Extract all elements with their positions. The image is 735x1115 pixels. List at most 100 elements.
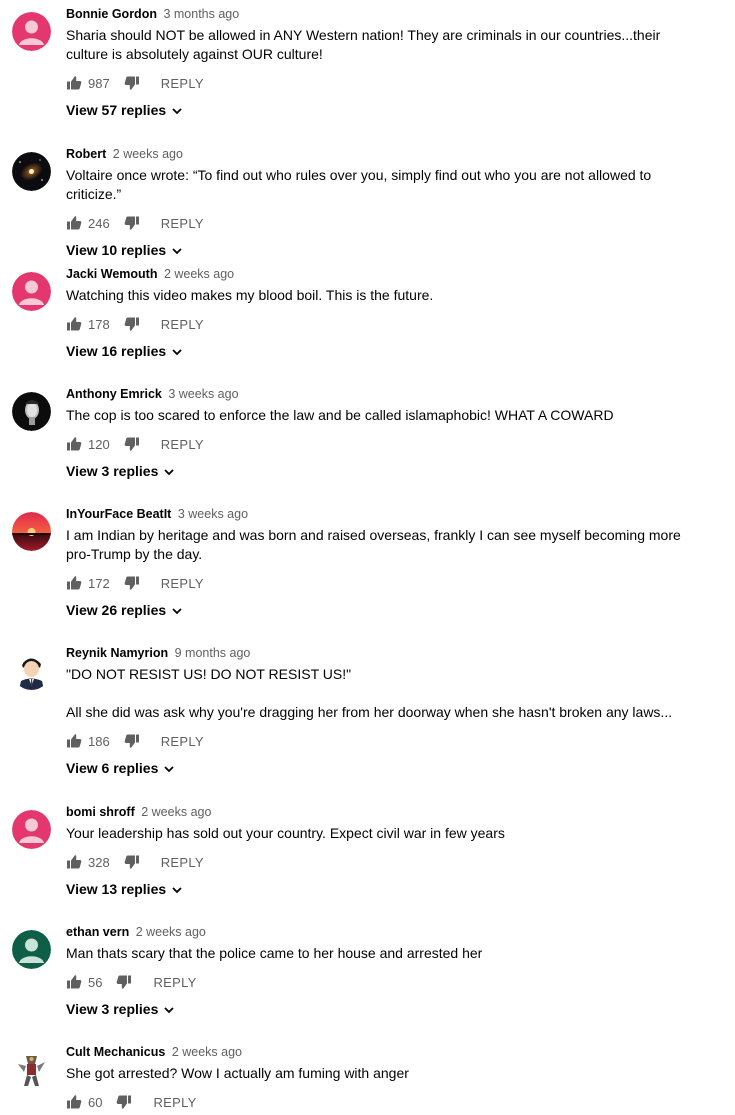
comment-body: Bonnie Gordon 3 months ago Sharia should… [66, 6, 686, 120]
chevron-down-icon [171, 345, 183, 357]
avatar[interactable] [12, 651, 51, 690]
comment-body: Anthony Emrick 3 weeks ago The cop is to… [66, 386, 686, 481]
like-count: 56 [88, 974, 103, 990]
thumbs-down-icon[interactable] [116, 1094, 132, 1110]
reply-button[interactable]: REPLY [161, 855, 204, 870]
comment-actions: 328 REPLY [66, 851, 686, 873]
avatar[interactable] [12, 512, 51, 551]
thumbs-up-icon[interactable] [66, 733, 82, 749]
avatar[interactable] [12, 1050, 51, 1089]
comment-timestamp[interactable]: 2 weeks ago [164, 267, 234, 281]
comment-timestamp[interactable]: 2 weeks ago [136, 925, 206, 939]
reply-button[interactable]: REPLY [161, 437, 204, 452]
thumbs-down-icon[interactable] [124, 75, 140, 91]
chevron-down-icon [163, 465, 175, 477]
chevron-down-icon [171, 604, 183, 616]
thumbs-down-icon[interactable] [124, 733, 140, 749]
thumbs-up-icon[interactable] [66, 316, 82, 332]
comment-author[interactable]: Cult Mechanicus [66, 1045, 165, 1059]
thumbs-down-icon[interactable] [116, 974, 132, 990]
view-replies-button[interactable]: View 57 replies [66, 100, 686, 120]
comment-timestamp[interactable]: 2 weeks ago [172, 1045, 242, 1059]
comment-author[interactable]: Anthony Emrick [66, 387, 162, 401]
comment-timestamp[interactable]: 9 months ago [175, 646, 251, 660]
reply-button[interactable]: REPLY [153, 1095, 196, 1110]
view-replies-label: View 26 replies [66, 602, 167, 618]
comment-body: ethan vern 2 weeks ago Man thats scary t… [66, 924, 686, 1019]
reply-button[interactable]: REPLY [161, 734, 204, 749]
comment-author[interactable]: Bonnie Gordon [66, 7, 157, 21]
view-replies-label: View 57 replies [66, 102, 167, 118]
view-replies-label: View 6 replies [66, 760, 159, 776]
thumbs-down-icon[interactable] [124, 436, 140, 452]
reply-button[interactable]: REPLY [161, 216, 204, 231]
view-replies-label: View 3 replies [66, 463, 159, 479]
avatar[interactable] [12, 930, 51, 969]
comment-author[interactable]: ethan vern [66, 925, 129, 939]
comment-actions: 178 REPLY [66, 313, 686, 335]
avatar[interactable] [12, 272, 51, 311]
thumbs-up-icon[interactable] [66, 1094, 82, 1110]
comment-author[interactable]: InYourFace BeatIt [66, 507, 171, 521]
avatar[interactable] [12, 152, 51, 191]
comment-timestamp[interactable]: 2 weeks ago [141, 805, 211, 819]
comment-body: bomi shroff 2 weeks ago Your leadership … [66, 804, 686, 899]
comment-text-paragraph: The cop is too scared to enforce the law… [66, 407, 614, 423]
comment-author[interactable]: Jacki Wemouth [66, 267, 157, 281]
thumbs-up-icon[interactable] [66, 215, 82, 231]
chevron-down-icon [171, 104, 183, 116]
like-count: 987 [88, 75, 110, 91]
reply-button[interactable]: REPLY [153, 975, 196, 990]
comment-text-paragraph: Watching this video makes my blood boil.… [66, 287, 434, 303]
like-count: 120 [88, 436, 110, 452]
comment-text: She got arrested? Wow I actually am fumi… [66, 1064, 686, 1083]
comment-timestamp[interactable]: 2 weeks ago [113, 147, 183, 161]
comment-author[interactable]: Robert [66, 147, 106, 161]
reply-button[interactable]: REPLY [161, 576, 204, 591]
avatar[interactable] [12, 12, 51, 51]
thumbs-up-icon[interactable] [66, 75, 82, 91]
chevron-down-icon [171, 883, 183, 895]
view-replies-button[interactable]: View 3 replies [66, 461, 686, 481]
avatar[interactable] [12, 810, 51, 849]
comment-actions: 987 REPLY [66, 72, 686, 94]
thumbs-down-icon[interactable] [124, 854, 140, 870]
like-count: 186 [88, 733, 110, 749]
chevron-down-icon [171, 244, 183, 256]
comment-header: Jacki Wemouth 2 weeks ago [66, 266, 686, 282]
thumbs-down-icon[interactable] [124, 575, 140, 591]
comment-author[interactable]: bomi shroff [66, 805, 135, 819]
comment-text-paragraph: "DO NOT RESIST US! DO NOT RESIST US!" [66, 666, 352, 682]
reply-button[interactable]: REPLY [161, 317, 204, 332]
thumbs-up-icon[interactable] [66, 974, 82, 990]
thumbs-up-icon[interactable] [66, 575, 82, 591]
comment-author[interactable]: Reynik Namyrion [66, 646, 168, 660]
comment-actions: 246 REPLY [66, 212, 686, 234]
avatar[interactable] [12, 392, 51, 431]
comment-body: Jacki Wemouth 2 weeks ago Watching this … [66, 266, 686, 361]
thumbs-up-icon[interactable] [66, 436, 82, 452]
view-replies-button[interactable]: View 6 replies [66, 758, 686, 778]
view-replies-label: View 3 replies [66, 1001, 159, 1017]
comment-timestamp[interactable]: 3 weeks ago [178, 507, 248, 521]
comment-timestamp[interactable]: 3 months ago [163, 7, 239, 21]
view-replies-button[interactable]: View 10 replies [66, 240, 686, 260]
thumbs-down-icon[interactable] [124, 316, 140, 332]
comment-header: Cult Mechanicus 2 weeks ago [66, 1044, 686, 1060]
comment-timestamp[interactable]: 3 weeks ago [168, 387, 238, 401]
view-replies-button[interactable]: View 26 replies [66, 600, 686, 620]
thumbs-down-icon[interactable] [124, 215, 140, 231]
view-replies-button[interactable]: View 16 replies [66, 341, 686, 361]
view-replies-button[interactable]: View 13 replies [66, 879, 686, 899]
comment-text: Your leadership has sold out your countr… [66, 824, 686, 843]
comment-body: InYourFace BeatIt 3 weeks ago I am India… [66, 506, 686, 620]
view-replies-button[interactable]: View 3 replies [66, 999, 686, 1019]
comment-text: Man thats scary that the police came to … [66, 944, 686, 963]
reply-button[interactable]: REPLY [161, 76, 204, 91]
chevron-down-icon [163, 762, 175, 774]
comment-text: Sharia should NOT be allowed in ANY West… [66, 26, 686, 64]
comment-header: Robert 2 weeks ago [66, 146, 686, 162]
view-replies-label: View 16 replies [66, 343, 167, 359]
comment-text: "DO NOT RESIST US! DO NOT RESIST US!" All… [66, 665, 686, 722]
thumbs-up-icon[interactable] [66, 854, 82, 870]
